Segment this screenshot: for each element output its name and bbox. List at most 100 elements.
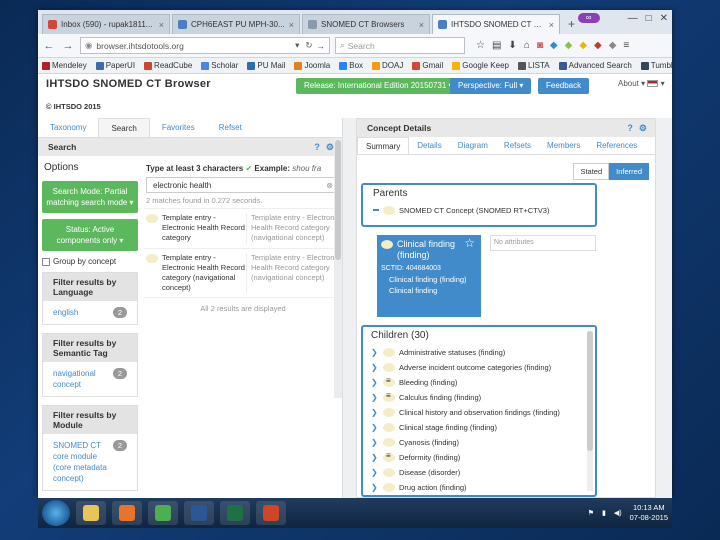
child-concept-label[interactable]: Deformity (finding) — [399, 453, 460, 462]
gear-icon[interactable]: ⚙ — [326, 142, 334, 153]
bookmark-item[interactable]: PaperUI — [95, 61, 135, 70]
clock[interactable]: 10:13 AM 07-08-2015 — [630, 503, 668, 523]
tab-ihtsdo-browser[interactable]: IHTSDO SNOMED CT Br... × — [432, 14, 560, 34]
bookmark-item[interactable]: Scholar — [201, 61, 238, 70]
child-concept-row[interactable]: ❯ Clinical history and observation findin… — [371, 405, 587, 420]
tab-snomed-browsers[interactable]: SNOMED CT Browsers × — [302, 14, 430, 34]
chrome-taskbar-button[interactable] — [148, 501, 178, 525]
about-menu[interactable]: About ▾ ▾ — [618, 79, 665, 88]
volume-icon[interactable]: ◀) — [614, 509, 622, 517]
expand-arrow-icon[interactable]: ❯ — [371, 393, 379, 402]
children-scrollbar[interactable] — [587, 331, 593, 491]
result-row[interactable]: Template entry - Electronic Health Recor… — [144, 248, 342, 297]
search-mode-button[interactable]: Search Mode: Partial matching search mod… — [42, 181, 138, 213]
filter-item[interactable]: SNOMED CT core module (core metadata con… — [43, 434, 137, 490]
filter-item-label[interactable]: navigational concept — [53, 368, 113, 390]
extension-icon[interactable]: ◆ — [579, 40, 587, 51]
close-icon[interactable]: × — [289, 20, 294, 30]
child-concept-label[interactable]: Drug action (finding) — [399, 483, 467, 492]
bookmark-item[interactable]: Advanced Search — [558, 61, 632, 70]
bookmark-item[interactable]: Tumblr — [640, 61, 672, 70]
child-concept-label[interactable]: Clinical stage finding (finding) — [399, 423, 497, 432]
collapse-icon[interactable] — [373, 209, 379, 211]
bookmark-item[interactable]: LISTA — [517, 61, 550, 70]
excel-taskbar-button[interactable] — [220, 501, 250, 525]
bookmark-item[interactable]: Mendeley — [42, 61, 87, 70]
tab-details[interactable]: Details — [409, 137, 449, 154]
child-concept-row[interactable]: ❯ Cyanosis (finding) — [371, 435, 587, 450]
child-concept-row[interactable]: ❯Drug interaction (finding) — [371, 495, 587, 497]
group-by-concept[interactable]: Group by concept — [40, 257, 140, 272]
network-icon[interactable]: ▮ — [602, 509, 606, 517]
firefox-taskbar-button[interactable] — [112, 501, 142, 525]
bookmark-item[interactable]: PU Mail — [247, 61, 285, 70]
extension-icon[interactable]: ◆ — [609, 40, 617, 51]
bookmark-item[interactable]: Gmail — [412, 61, 443, 70]
bookmark-item[interactable]: ReadCube — [144, 61, 192, 70]
child-concept-row[interactable]: ❯ Bleeding (finding) — [371, 375, 587, 390]
release-button[interactable]: Release: International Edition 20150731 … — [296, 78, 461, 94]
inferred-button[interactable]: Inferred — [609, 163, 649, 180]
pocket-icon[interactable]: ◙ — [537, 40, 543, 51]
child-concept-row[interactable]: ❯ Deformity (finding) — [371, 450, 587, 465]
flag-tray-icon[interactable]: ⚑ — [588, 509, 594, 517]
tab-taxonomy[interactable]: Taxonomy — [38, 118, 98, 137]
close-icon[interactable]: × — [419, 20, 424, 30]
child-concept-row[interactable]: ❯ Disease (disorder) — [371, 465, 587, 480]
result-term[interactable]: Template entry - Electronic Health Recor… — [162, 253, 246, 293]
expand-arrow-icon[interactable]: ❯ — [371, 423, 379, 432]
maximize-button[interactable]: □ — [646, 13, 652, 24]
stated-button[interactable]: Stated — [573, 163, 610, 180]
child-concept-label[interactable]: Disease (disorder) — [399, 468, 460, 477]
filter-item-label[interactable]: SNOMED CT core module (core metadata con… — [53, 440, 113, 484]
expand-arrow-icon[interactable]: ❯ — [371, 468, 379, 477]
gear-icon[interactable]: ⚙ — [639, 123, 647, 134]
tab-refsets[interactable]: Refsets — [496, 137, 539, 154]
scroll-thumb[interactable] — [335, 140, 341, 260]
expand-arrow-icon[interactable]: ❯ — [371, 408, 379, 417]
tab-members[interactable]: Members — [539, 137, 588, 154]
filter-item[interactable]: navigational concept 2 — [43, 362, 137, 396]
tab-references[interactable]: References — [588, 137, 645, 154]
word-taskbar-button[interactable] — [184, 501, 214, 525]
parent-item[interactable]: SNOMED CT Concept (SNOMED RT+CTV3) — [373, 205, 585, 215]
tab-search[interactable]: Search — [98, 118, 150, 137]
bookmark-item[interactable]: Joomla — [294, 61, 330, 70]
minimize-button[interactable]: — — [628, 13, 638, 24]
focus-concept-card[interactable]: Clinical finding (finding) ☆ SCTID: 4046… — [377, 235, 481, 317]
result-term[interactable]: Template entry - Electronic Health Recor… — [162, 213, 246, 244]
expand-arrow-icon[interactable]: ❯ — [371, 453, 379, 462]
filter-item[interactable]: english 2 — [43, 301, 137, 324]
expand-arrow-icon[interactable]: ❯ — [371, 363, 379, 372]
tab-cph6east[interactable]: CPH6EAST PU MPH-30... × — [172, 14, 300, 34]
child-concept-label[interactable]: Bleeding (finding) — [399, 378, 457, 387]
tab-inbox[interactable]: Inbox (590) - rupak1811... × — [42, 14, 170, 34]
child-concept-row[interactable]: ❯ Adverse incident outcome categories (fi… — [371, 360, 587, 375]
feedback-button[interactable]: Feedback — [538, 78, 590, 94]
download-icon[interactable]: ⬇ — [508, 40, 516, 51]
tab-diagram[interactable]: Diagram — [450, 137, 496, 154]
perspective-button[interactable]: Perspective: Full ▾ — [450, 78, 532, 94]
tab-summary[interactable]: Summary — [357, 137, 410, 154]
back-button[interactable]: ← — [42, 40, 56, 52]
clear-icon[interactable]: ⊗ — [326, 181, 333, 190]
bookmark-item[interactable]: Box — [339, 61, 363, 70]
star-icon[interactable]: ☆ — [476, 40, 485, 51]
parent-label[interactable]: SNOMED CT Concept (SNOMED RT+CTV3) — [399, 206, 549, 215]
explorer-taskbar-button[interactable] — [76, 501, 106, 525]
child-concept-row[interactable]: ❯ Clinical stage finding (finding) — [371, 420, 587, 435]
help-icon[interactable]: ? — [314, 142, 320, 153]
arrow-right-icon[interactable]: → — [317, 41, 326, 51]
close-icon[interactable]: × — [549, 20, 554, 30]
child-concept-label[interactable]: Calculus finding (finding) — [399, 393, 481, 402]
child-concept-label[interactable]: Cyanosis (finding) — [399, 438, 459, 447]
favorite-star-icon[interactable]: ☆ — [464, 237, 475, 249]
powerpoint-taskbar-button[interactable] — [256, 501, 286, 525]
reader-icon[interactable]: ▤ — [492, 40, 501, 51]
result-row[interactable]: Template entry - Electronic Health Recor… — [144, 208, 342, 248]
search-input[interactable]: ⌕ Search — [335, 37, 465, 54]
help-icon[interactable]: ? — [627, 123, 633, 134]
child-concept-label[interactable]: Administrative statuses (finding) — [399, 348, 505, 357]
tab-refset[interactable]: Refset — [207, 118, 254, 137]
child-concept-row[interactable]: ❯ Administrative statuses (finding) — [371, 345, 587, 360]
